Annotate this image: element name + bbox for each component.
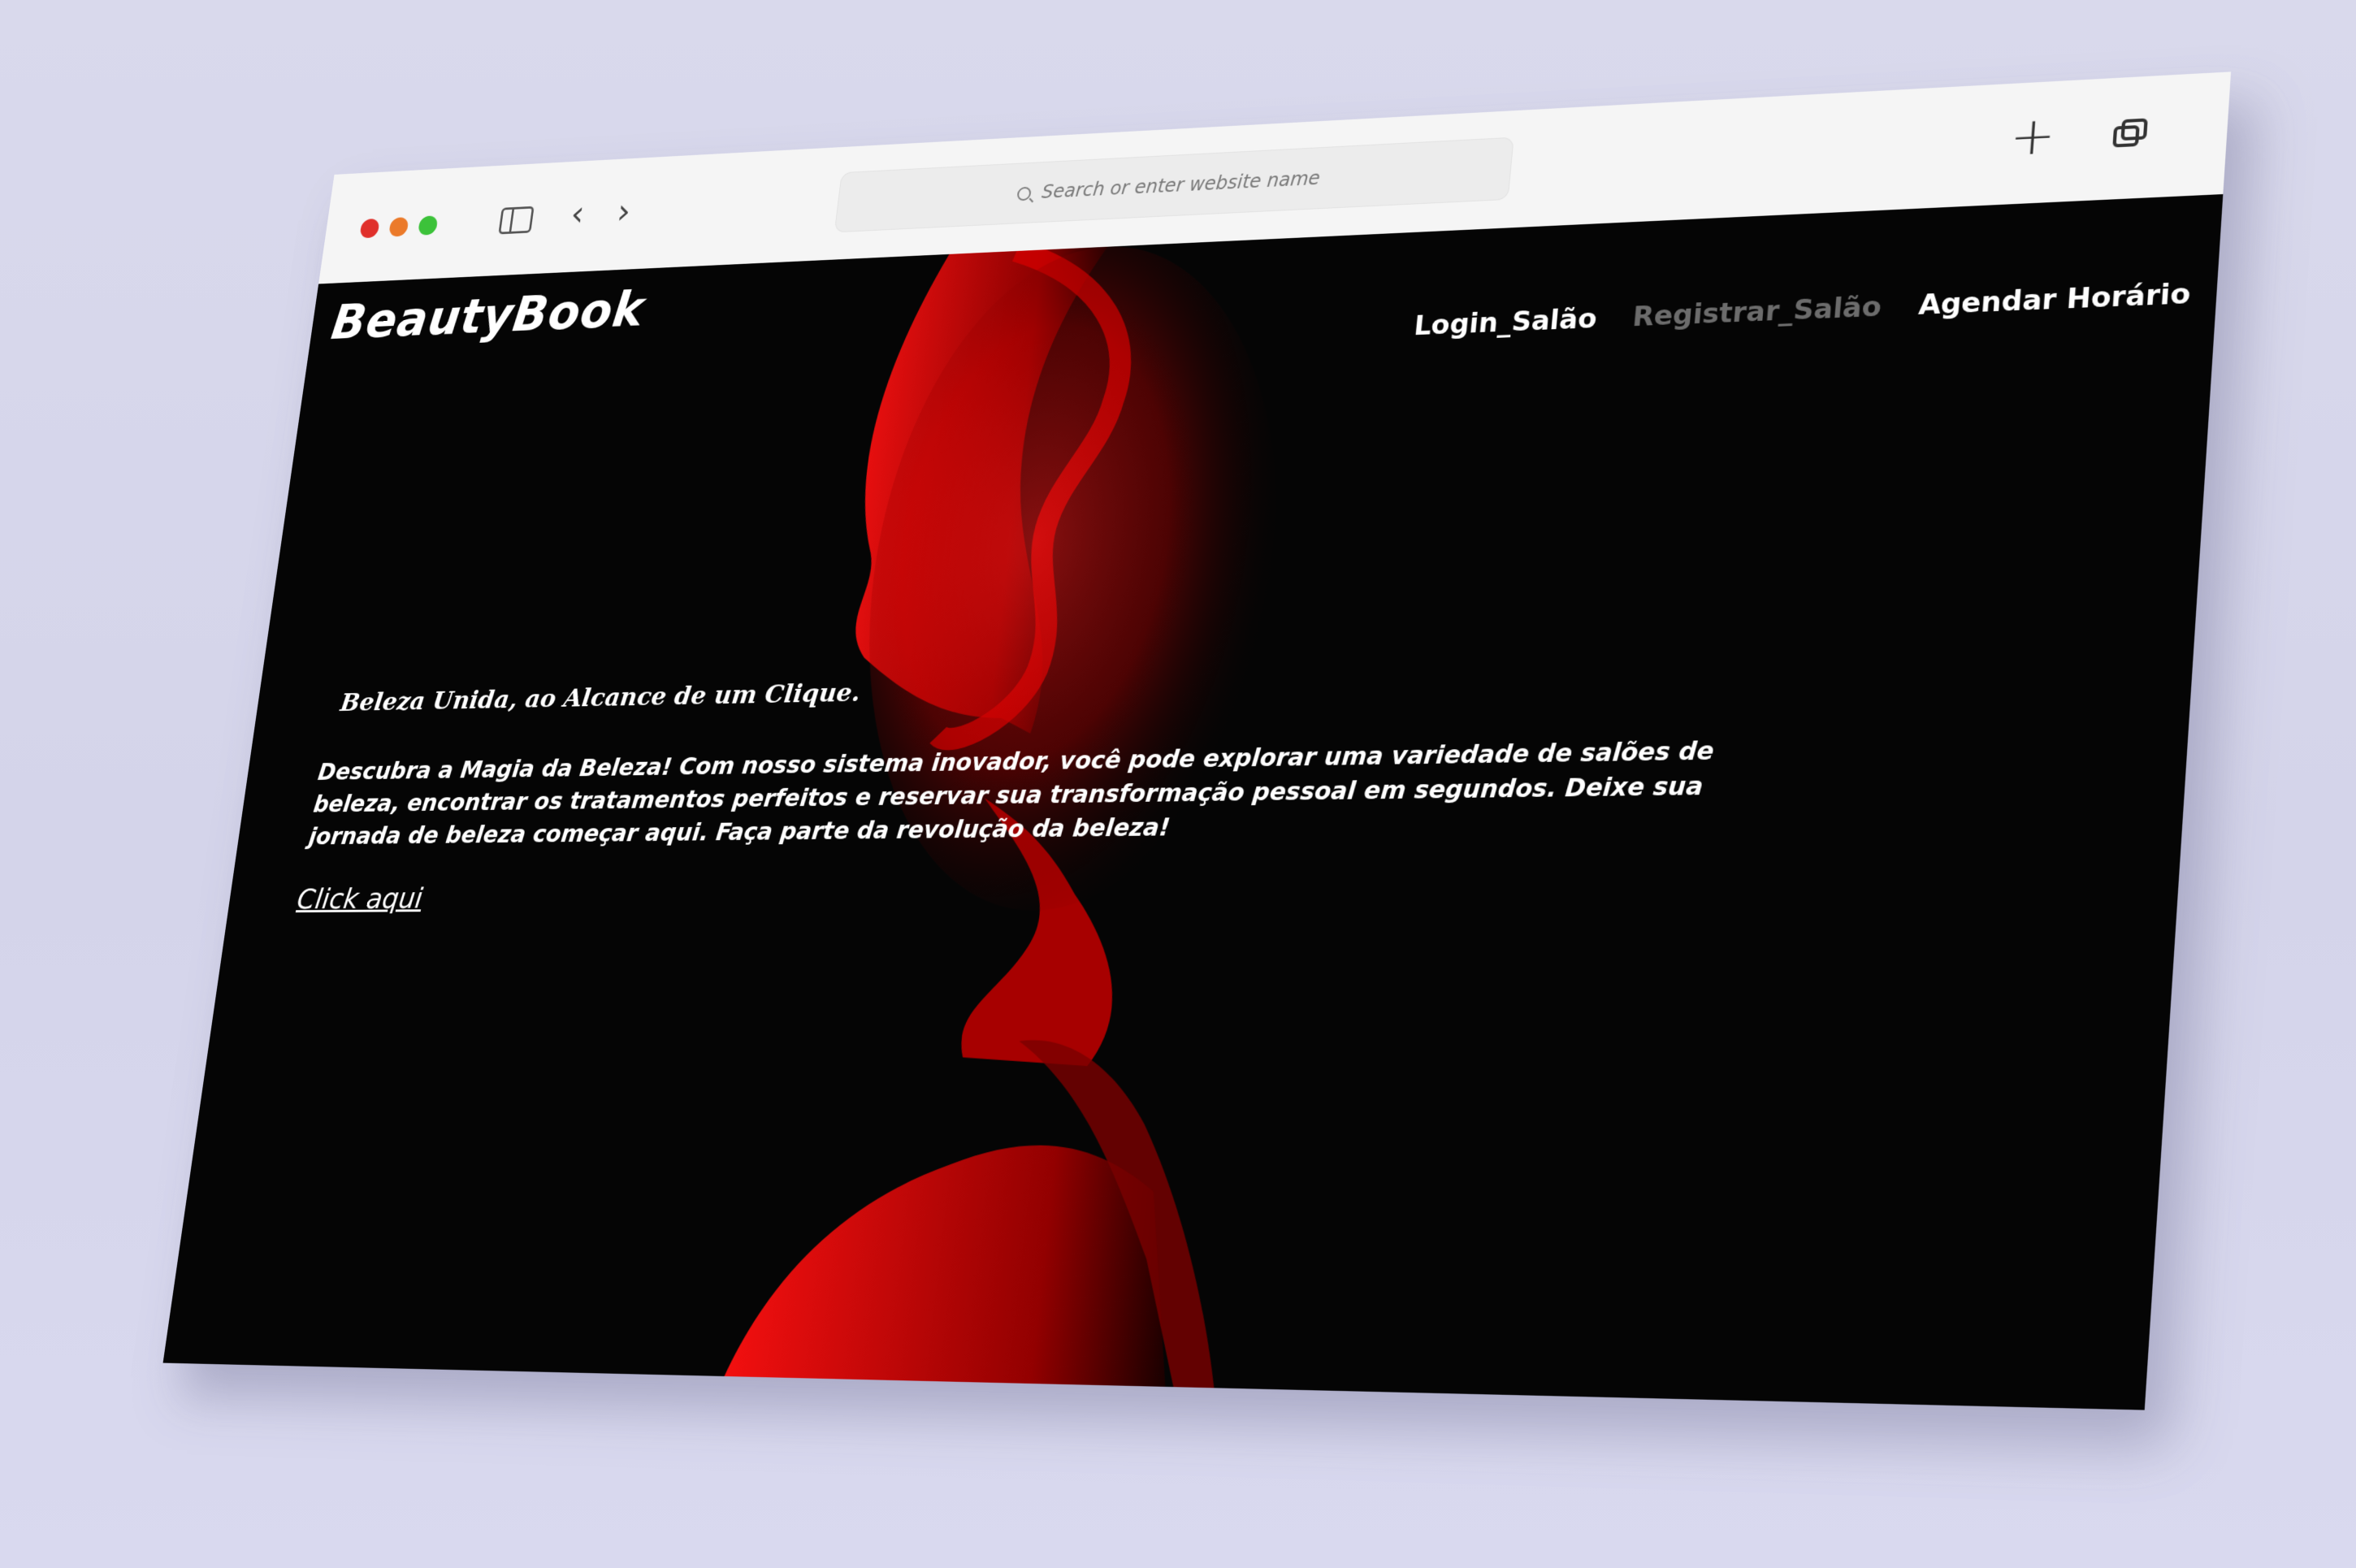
hero-description: Descubra a Magia da Beleza! Com nosso si…: [307, 737, 1716, 851]
search-icon: [1016, 186, 1033, 201]
nav-agendar-horario[interactable]: Agendar Horário: [1917, 278, 2192, 322]
tab-overview-icon[interactable]: [2112, 118, 2150, 150]
maximize-window-button[interactable]: [417, 215, 439, 236]
nav-login-salao[interactable]: Login_Salão: [1413, 303, 1599, 342]
address-bar[interactable]: Search or enter website name: [834, 136, 1514, 233]
scene: ‹ › Search or enter website name + Beaut…: [0, 0, 2356, 1568]
sidebar-toggle-icon[interactable]: [498, 206, 535, 235]
web-page: BeautyBook Login_Salão Registrar_Salão A…: [162, 194, 2224, 1410]
close-window-button[interactable]: [359, 218, 380, 239]
hero-cta-link[interactable]: Click aqui: [295, 883, 424, 916]
minimize-window-button[interactable]: [388, 217, 409, 237]
hero-tagline: Beleza Unida, ao Alcance de um Clique.: [338, 677, 863, 717]
browser-window: ‹ › Search or enter website name + Beaut…: [162, 71, 2232, 1410]
new-tab-icon[interactable]: +: [2007, 106, 2057, 167]
address-placeholder: Search or enter website name: [1040, 167, 1322, 203]
forward-icon[interactable]: ›: [615, 191, 634, 232]
back-icon[interactable]: ‹: [569, 193, 587, 234]
site-logo[interactable]: BeautyBook: [328, 282, 647, 351]
nav-registrar-salao[interactable]: Registrar_Salão: [1631, 291, 1883, 333]
